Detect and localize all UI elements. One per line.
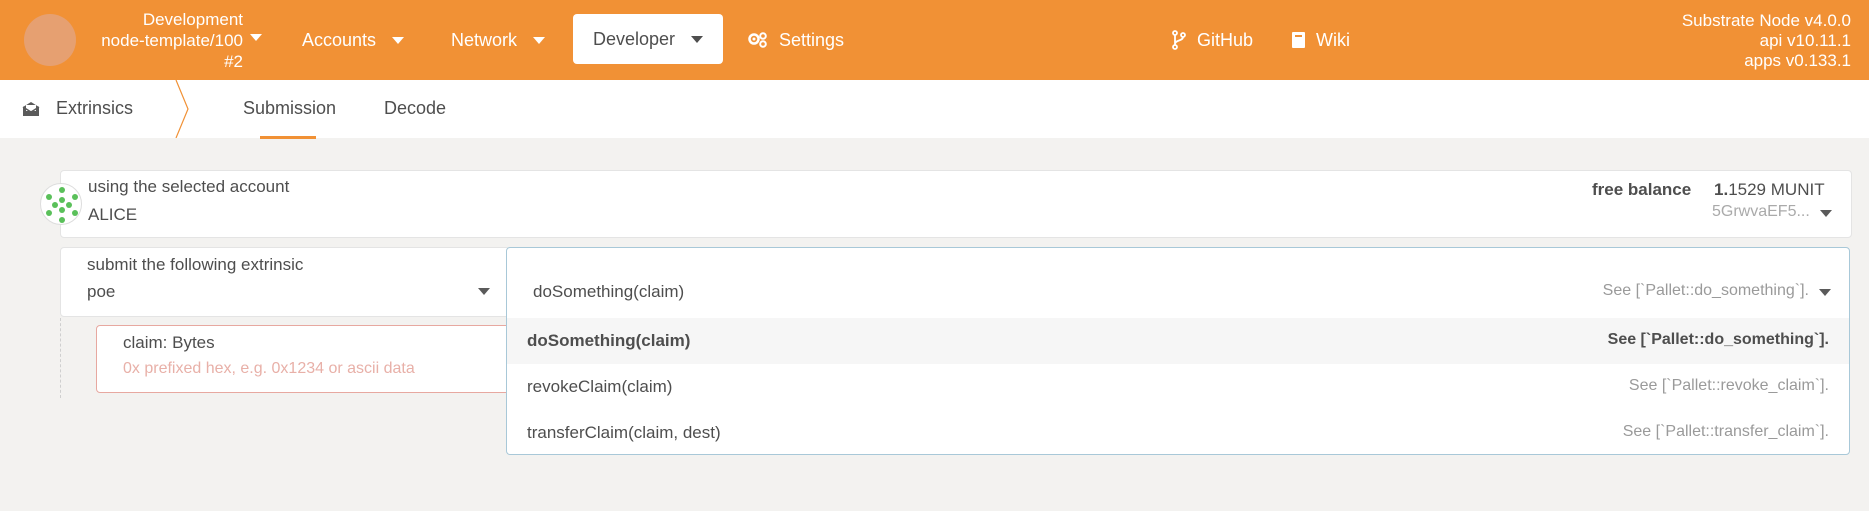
params-guide	[60, 318, 61, 398]
option-name: doSomething(claim)	[527, 331, 691, 350]
module-value: poe	[87, 282, 116, 301]
apps-version: apps v0.133.1	[1744, 51, 1851, 70]
chevron-down-icon	[392, 36, 405, 44]
free-balance-label: free balance	[1592, 180, 1692, 199]
nav-developer-label: Developer	[592, 28, 676, 49]
account-label: using the selected account	[88, 177, 290, 196]
nav-accounts[interactable]: Accounts	[302, 28, 405, 52]
chain-logo[interactable]	[24, 14, 76, 66]
option-name: revokeClaim(claim)	[527, 377, 673, 396]
nav-github[interactable]: GitHub	[1171, 28, 1253, 52]
claim-param-placeholder[interactable]: 0x prefixed hex, e.g. 0x1234 or ascii da…	[123, 360, 415, 378]
nav-settings[interactable]: Settings	[747, 28, 844, 52]
chevron-down-icon	[691, 35, 704, 43]
nav-accounts-label: Accounts	[302, 30, 377, 50]
balance-frac: 1529	[1728, 180, 1767, 199]
selected-call: doSomething(claim)	[533, 282, 685, 301]
nav-settings-label: Settings	[779, 30, 845, 50]
node-info: Substrate Node v4.0.0 api v10.11.1 apps …	[1682, 11, 1851, 71]
account-name: ALICE	[88, 205, 138, 224]
option-hint: See [`Pallet::do_something`].	[1607, 331, 1829, 348]
chevron-down-icon	[533, 36, 546, 44]
section-title-label: Extrinsics	[56, 98, 134, 118]
tab-decode[interactable]: Decode	[384, 98, 446, 119]
sub-nav: Extrinsics Submission Decode	[0, 80, 1869, 138]
option-hint: See [`Pallet::transfer_claim`].	[1622, 423, 1829, 440]
envelope-open-icon	[22, 101, 40, 116]
balance-unit: MUNIT	[1770, 180, 1825, 199]
call-selector[interactable]: doSomething(claim) See [`Pallet::do_some…	[507, 248, 1849, 316]
chain-selector[interactable]: Development node-template/100 #2	[88, 9, 243, 72]
chevron-down-icon[interactable]	[1819, 289, 1831, 296]
chain-name: Development	[142, 10, 243, 29]
call-dropdown[interactable]: doSomething(claim) See [`Pallet::do_some…	[506, 247, 1850, 455]
nav-network-label: Network	[451, 30, 518, 50]
identicon-icon	[46, 187, 78, 223]
option-hint: See [`Pallet::revoke_claim`].	[1628, 377, 1829, 394]
gears-icon	[748, 32, 767, 48]
balance-int: 1.	[1714, 180, 1729, 199]
call-option-transferclaim[interactable]: transferClaim(claim, dest) See [`Pallet:…	[507, 410, 1849, 454]
nav-wiki[interactable]: Wiki	[1291, 28, 1350, 52]
chevron-down-icon[interactable]	[478, 288, 490, 295]
option-name: transferClaim(claim, dest)	[527, 423, 721, 442]
nav-developer[interactable]: Developer	[573, 14, 723, 64]
book-icon	[1292, 32, 1305, 48]
chain-block: #2	[224, 52, 243, 71]
section-title: Extrinsics	[22, 98, 133, 119]
account-selector[interactable]	[60, 170, 1852, 238]
chevron-down-icon[interactable]	[1820, 210, 1832, 217]
account-identicon	[40, 183, 82, 225]
chevron-down-icon[interactable]	[250, 34, 262, 41]
extrinsic-label: submit the following extrinsic	[87, 255, 304, 274]
account-address: 5GrwvaEF5...	[1712, 203, 1810, 220]
chain-node: node-template/100	[101, 31, 243, 50]
nav-network[interactable]: Network	[451, 28, 546, 52]
free-balance-value: 1.1529 MUNIT	[1714, 180, 1825, 200]
nav-wiki-label: Wiki	[1316, 30, 1350, 50]
call-option-revokeclaim[interactable]: revokeClaim(claim) See [`Pallet::revoke_…	[507, 364, 1849, 410]
api-version: api v10.11.1	[1759, 31, 1851, 50]
call-option-dosomething[interactable]: doSomething(claim) See [`Pallet::do_some…	[507, 318, 1849, 364]
node-version: Substrate Node v4.0.0	[1681, 11, 1851, 30]
selected-call-hint: See [`Pallet::do_something`].	[1602, 282, 1809, 299]
claim-param-label: claim: Bytes	[123, 333, 215, 352]
active-tab-indicator	[260, 136, 316, 139]
code-branch-icon	[1172, 30, 1186, 50]
nav-github-label: GitHub	[1197, 30, 1254, 50]
top-bar: Development node-template/100 #2 Account…	[0, 0, 1869, 80]
breadcrumb-separator	[175, 80, 189, 138]
tab-submission[interactable]: Submission	[243, 98, 336, 119]
